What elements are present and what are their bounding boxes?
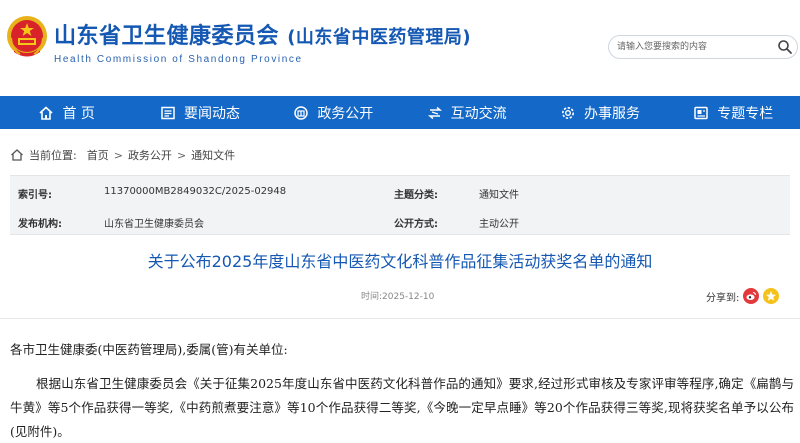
publish-time: 时间:2025-12-10 bbox=[361, 292, 435, 302]
national-emblem-icon bbox=[7, 16, 47, 57]
nav-label: 专题专栏 bbox=[717, 105, 774, 122]
meta-row: 索引号: 11370000MB2849032C/2025-02948 主题分类:… bbox=[10, 177, 790, 207]
salutation: 各市卫生健康委(中医药管理局),委属(管)有关单位: bbox=[10, 342, 288, 357]
meta-row: 发布机构: 山东省卫生健康委员会 公开方式: 主动公开 bbox=[10, 206, 790, 236]
site-subtitle: (山东省中医药管理局) bbox=[287, 27, 472, 48]
disclosure-value: 主动公开 bbox=[479, 219, 519, 230]
site-title-english: Health Commission of Shandong Province bbox=[54, 54, 303, 65]
article-title: 关于公布2025年度山东省中医药文化科普作品征集活动获奖名单的通知 bbox=[147, 252, 653, 271]
search-box[interactable] bbox=[608, 35, 798, 59]
topic-value: 通知文件 bbox=[479, 190, 519, 201]
building-icon bbox=[294, 105, 309, 120]
document-meta-table: 索引号: 11370000MB2849032C/2025-02948 主题分类:… bbox=[10, 175, 790, 235]
search-icon[interactable] bbox=[777, 39, 793, 55]
index-value: 11370000MB2849032C/2025-02948 bbox=[104, 186, 287, 197]
share-bar: 分享到: bbox=[706, 288, 780, 304]
share-label: 分享到: bbox=[706, 292, 740, 304]
topic-label: 主题分类: bbox=[394, 190, 438, 201]
qzone-star-icon bbox=[763, 288, 780, 304]
index-label: 索引号: bbox=[18, 190, 52, 201]
breadcrumb-separator: > bbox=[176, 148, 187, 162]
publisher-value: 山东省卫生健康委员会 bbox=[104, 219, 204, 230]
breadcrumb-label: 当前位置: bbox=[29, 149, 77, 162]
nav-label: 首 页 bbox=[62, 105, 95, 122]
site-title: 山东省卫生健康委员会 (山东省中医药管理局) bbox=[54, 18, 471, 50]
breadcrumb-link-gov-affairs[interactable]: 政务公开 bbox=[128, 147, 172, 163]
nav-item-interaction[interactable]: 互动交流 bbox=[400, 96, 533, 129]
nav-label: 互动交流 bbox=[450, 105, 507, 122]
article-paragraph: 根据山东省卫生健康委员会《关于征集2025年度山东省中医药文化科普作品的通知》要… bbox=[10, 376, 794, 439]
nav-item-gov-affairs[interactable]: 政务公开 bbox=[267, 96, 400, 129]
nav-label: 要闻动态 bbox=[183, 105, 240, 122]
share-weibo-button[interactable] bbox=[743, 288, 760, 304]
breadcrumb: 当前位置: 首页 > 政务公开 > 通知文件 bbox=[10, 147, 235, 163]
search-input[interactable] bbox=[617, 39, 767, 55]
home-outline-icon bbox=[11, 149, 23, 161]
column-icon bbox=[694, 106, 709, 119]
weibo-icon bbox=[743, 288, 760, 304]
nav-item-home[interactable]: 首 页 bbox=[0, 96, 133, 129]
gear-icon bbox=[561, 106, 574, 119]
site-title-text: 山东省卫生健康委员会 bbox=[54, 24, 280, 49]
news-icon bbox=[161, 106, 175, 119]
breadcrumb-separator: > bbox=[113, 148, 123, 162]
nav-item-news[interactable]: 要闻动态 bbox=[133, 96, 266, 129]
nav-label: 政务公开 bbox=[317, 105, 374, 122]
nav-item-special-column[interactable]: 专题专栏 bbox=[667, 96, 800, 129]
main-nav: 首 页 要闻动态 政务公开 互动交流 办事服务 专题专栏 bbox=[0, 96, 800, 129]
breadcrumb-link-home[interactable]: 首页 bbox=[87, 147, 109, 163]
breadcrumb-link-notices[interactable]: 通知文件 bbox=[191, 147, 235, 163]
disclosure-label: 公开方式: bbox=[394, 219, 438, 230]
site-header: 山东省卫生健康委员会 (山东省中医药管理局) Health Commission… bbox=[0, 0, 800, 96]
home-icon bbox=[39, 105, 53, 120]
divider bbox=[0, 318, 800, 319]
exchange-icon bbox=[427, 106, 442, 119]
share-qzone-button[interactable] bbox=[763, 288, 780, 304]
publisher-label: 发布机构: bbox=[18, 219, 62, 230]
nav-label: 办事服务 bbox=[583, 105, 640, 122]
nav-item-services[interactable]: 办事服务 bbox=[533, 96, 666, 129]
